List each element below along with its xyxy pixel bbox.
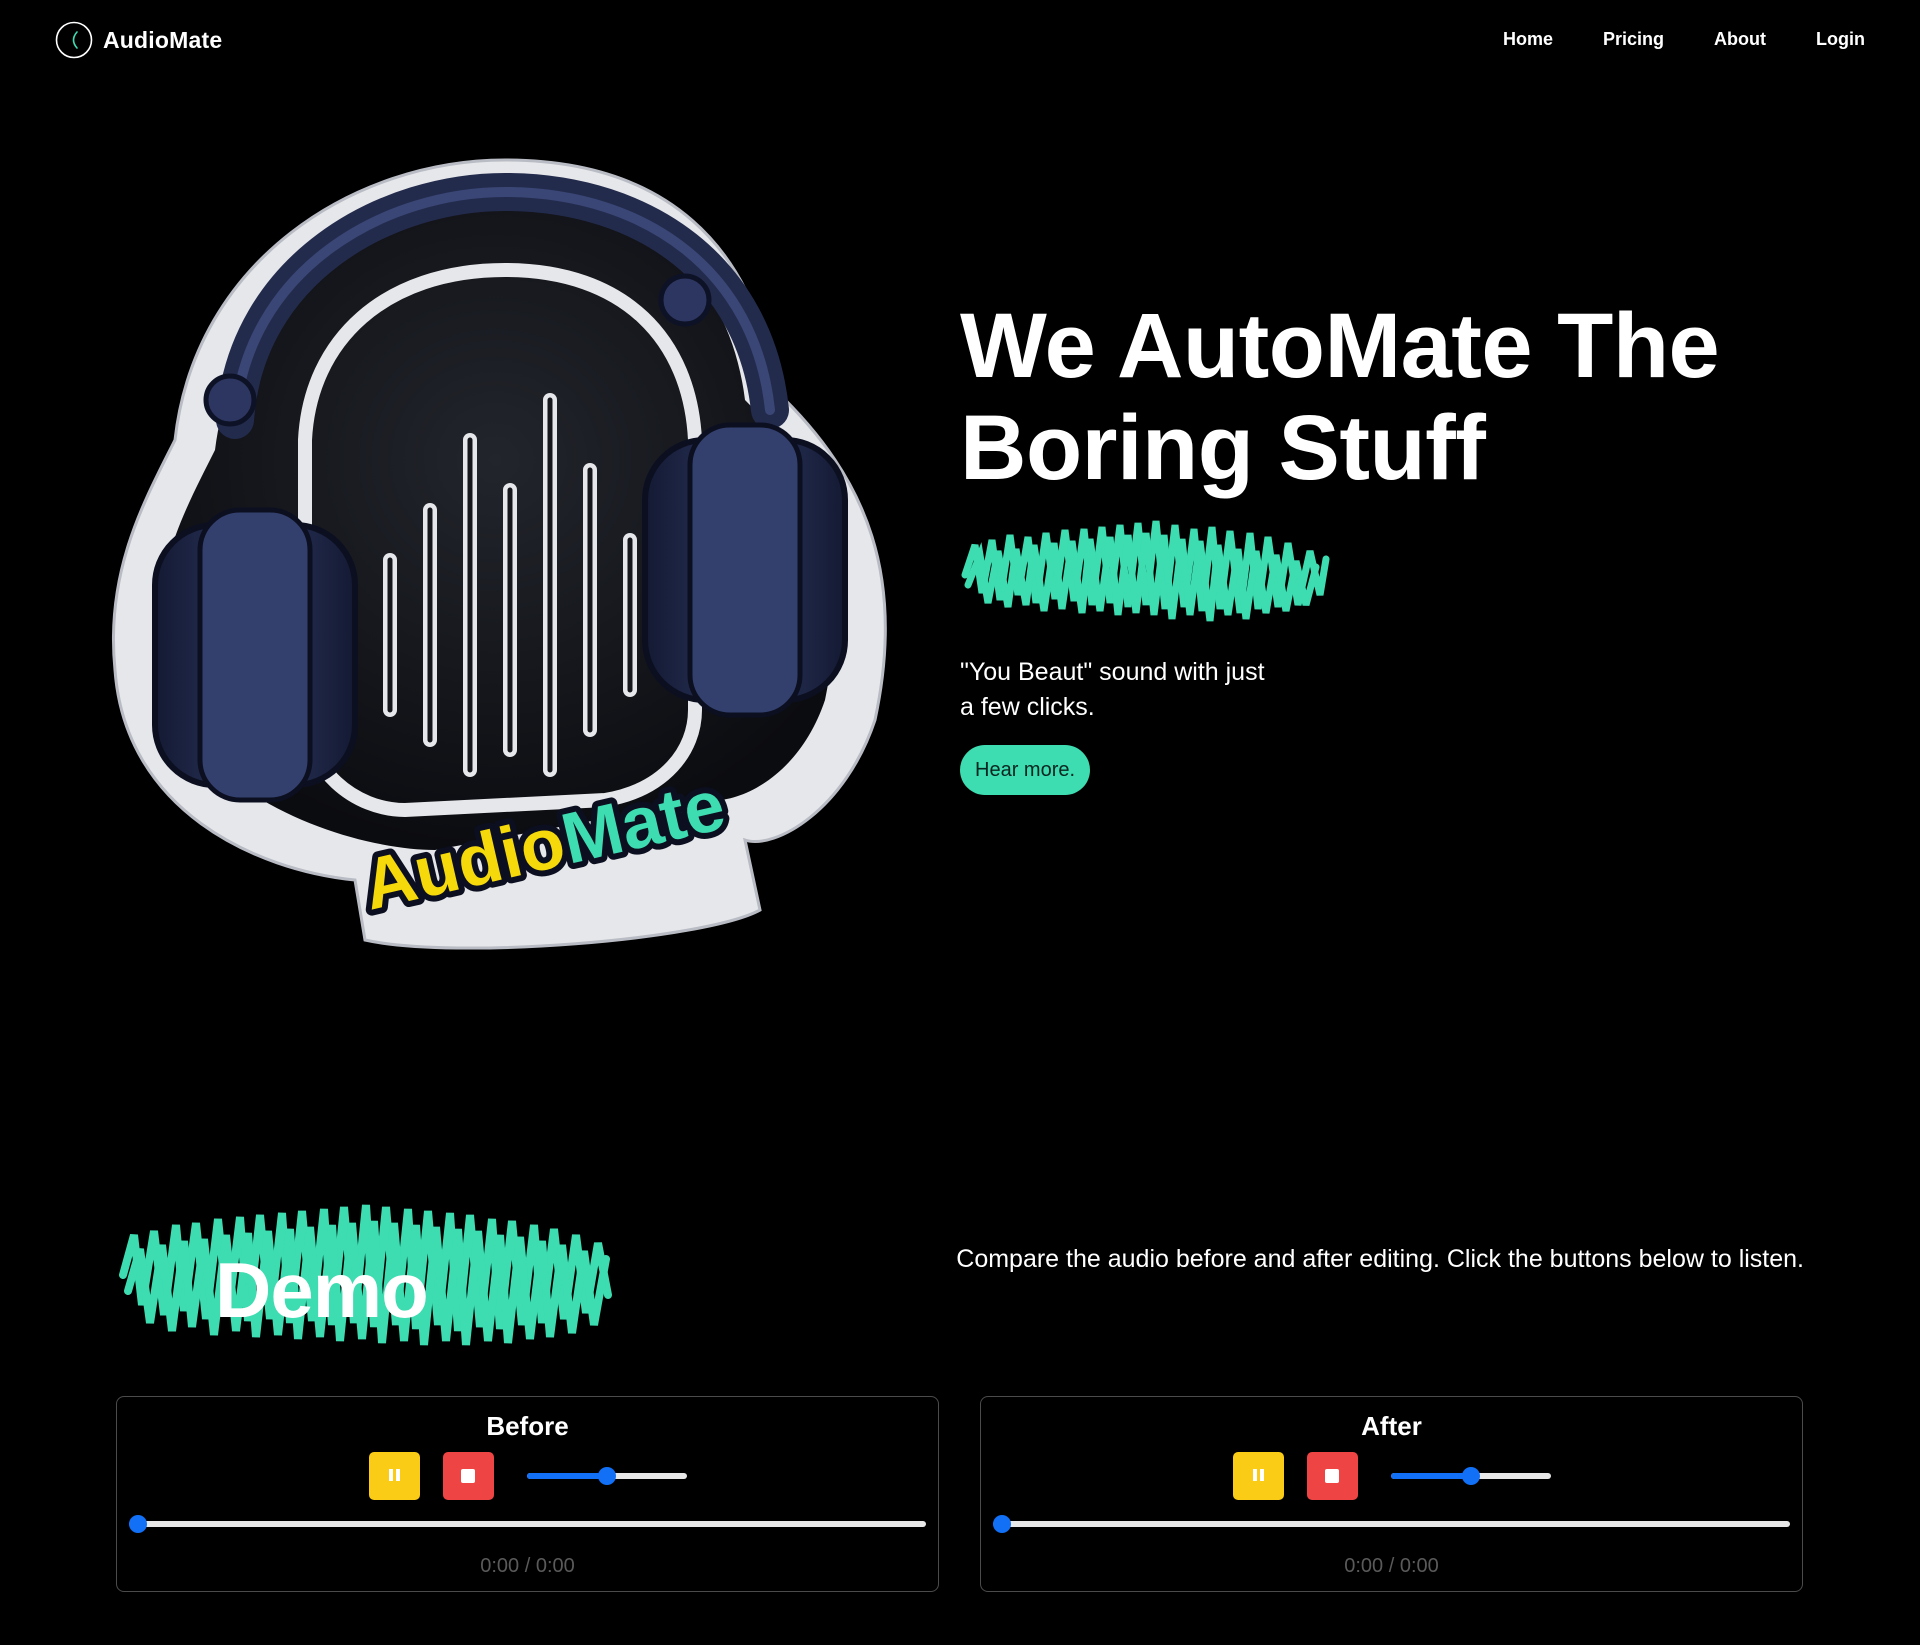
hero-subtitle: "You Beaut" sound with just a few clicks… [960,658,1265,721]
stop-button[interactable] [1306,1452,1358,1500]
seek-thumb[interactable] [129,1515,147,1533]
top-nav: AudioMate Home Pricing About Login [0,0,1920,80]
logo-icon [55,21,93,59]
stop-button[interactable] [442,1452,494,1500]
stop-icon [1325,1469,1339,1483]
volume-slider[interactable] [526,1466,687,1486]
volume-slider[interactable] [1390,1466,1551,1486]
hero-text: We AutoMate The Boring Stuff [960,295,1860,499]
brand-name: AudioMate [103,26,223,53]
nav-about-link[interactable]: About [1714,29,1766,50]
sound-wave-icon [1501,407,1599,491]
hero-title-line1: We AutoMate The [960,295,1720,397]
volume-fill [526,1473,607,1479]
pause-icon [1251,1468,1265,1484]
pause-button[interactable] [368,1452,420,1500]
demo-description: Compare the audio before and after editi… [956,1245,1804,1273]
pause-icon [387,1468,401,1484]
seek-thumb[interactable] [993,1515,1011,1533]
volume-thumb[interactable] [1461,1467,1480,1485]
player-label: After [1361,1411,1422,1441]
nav-home-link[interactable]: Home [1503,29,1553,50]
pause-button[interactable] [1232,1452,1284,1500]
nav-login-link[interactable]: Login [1816,29,1865,50]
time-display: 0:00 / 0:00 [480,1555,575,1577]
stop-icon [461,1469,475,1483]
nav-pricing-link[interactable]: Pricing [1603,29,1664,50]
headphones-logo: AudioMate AudioMate [111,158,887,950]
volume-fill [1390,1473,1471,1479]
hero-title: We AutoMate The Boring Stuff [960,295,1860,499]
player-controls [981,1452,1802,1500]
demo-title: Demo [215,1246,429,1334]
nav-links: Home Pricing About Login [1503,29,1865,50]
seek-slider[interactable] [993,1514,1790,1534]
hero-scribble-decoration [961,520,1330,622]
hear-more-button[interactable]: Hear more. [960,745,1091,795]
before-audio-player: Before 0:00 / 0:00 [116,1396,939,1592]
player-controls [117,1452,938,1500]
after-audio-player: After 0:00 / 0:00 [980,1396,1803,1592]
brand[interactable]: AudioMate [55,21,222,59]
hero-title-line2: Boring Stuff [960,397,1486,499]
player-label: Before [486,1411,569,1441]
seek-slider[interactable] [129,1514,926,1534]
time-display: 0:00 / 0:00 [1344,1555,1439,1577]
volume-thumb[interactable] [597,1467,616,1485]
